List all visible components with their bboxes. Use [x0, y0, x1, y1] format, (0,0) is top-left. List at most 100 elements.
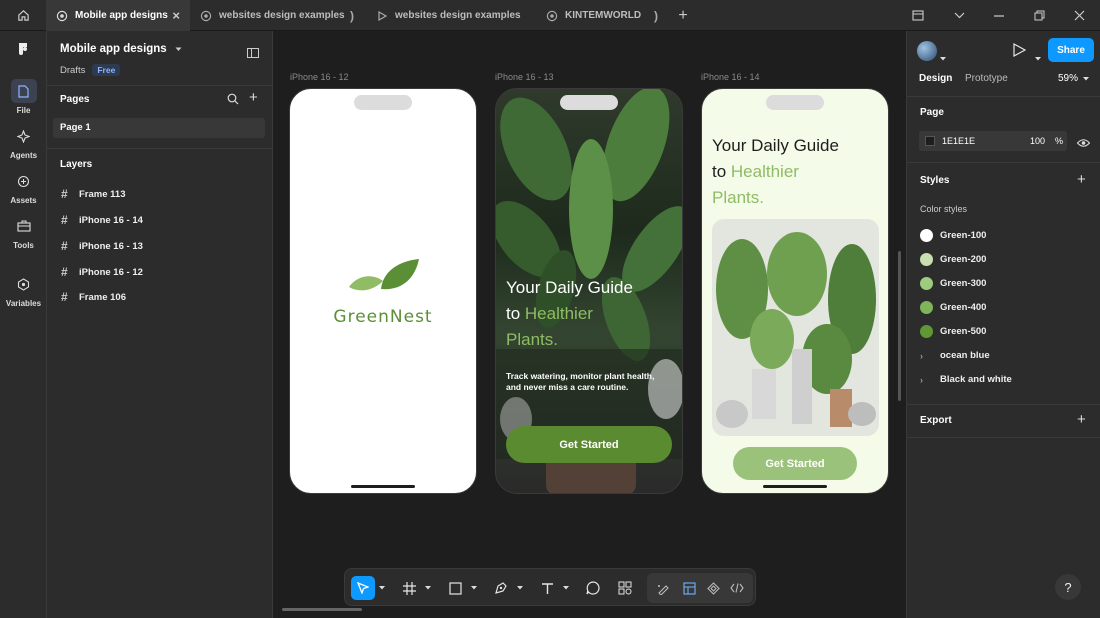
rail-variables[interactable]: Variables [0, 272, 47, 308]
code-icon[interactable] [725, 576, 749, 600]
ai-pen-icon[interactable] [651, 576, 675, 600]
divider [47, 148, 273, 149]
tab-kintemworld[interactable]: KINTEMWORLD ) [536, 0, 668, 31]
canvas[interactable]: iPhone 16 - 12 iPhone 16 - 13 iPhone 16 … [274, 31, 905, 618]
chevron-right-icon: › [920, 350, 923, 361]
close-tab-icon[interactable]: × [172, 8, 180, 23]
tab-websites-design-examples-prototype[interactable]: websites design examples [366, 0, 536, 31]
help-icon[interactable]: ? [1055, 574, 1081, 600]
avatar[interactable] [917, 41, 937, 61]
tab-bar: Mobile app designs × websites design exa… [0, 0, 1100, 31]
variables-icon [11, 272, 37, 296]
home-icon[interactable] [4, 0, 42, 31]
pen-tool-icon[interactable] [489, 576, 513, 600]
rail-tools[interactable]: Tools [0, 214, 47, 250]
components-tool-icon[interactable] [613, 576, 637, 600]
rectangle-tool-icon[interactable] [443, 576, 467, 600]
layer-item[interactable]: # iPhone 16 - 14 [61, 213, 143, 227]
rail-file[interactable]: File [0, 79, 47, 115]
phone-frame-onboarding-dark[interactable]: Your Daily Guide to Healthier Plants. Tr… [495, 88, 683, 494]
phone-frame-splash[interactable]: GreenNest [289, 88, 477, 494]
tab-design[interactable]: Design [919, 73, 952, 84]
chevron-down-icon[interactable] [377, 576, 387, 600]
restore-icon[interactable] [1020, 0, 1058, 31]
layer-item[interactable]: # iPhone 16 - 13 [61, 239, 143, 253]
component-diamond-icon[interactable] [701, 576, 725, 600]
zoom-menu[interactable]: 59% [1058, 73, 1090, 84]
headline-line-2b: Healthier [524, 304, 593, 323]
search-icon[interactable] [227, 92, 239, 110]
text-tool-icon[interactable] [535, 576, 559, 600]
horizontal-scrollbar[interactable] [282, 608, 362, 611]
add-export-icon[interactable]: + [1077, 411, 1086, 428]
tab-label: websites design examples [395, 10, 521, 21]
add-page-icon[interactable]: + [249, 89, 258, 106]
minimize-icon[interactable] [980, 0, 1018, 31]
close-window-icon[interactable] [1060, 0, 1098, 31]
color-style-item[interactable]: Green-200 [920, 253, 986, 266]
phone-frame-onboarding-light[interactable]: Your Daily Guide to Healthier Plants. Ge… [701, 88, 889, 494]
color-style-item[interactable]: Green-400 [920, 301, 986, 314]
move-tool-icon[interactable] [351, 576, 375, 600]
vertical-scrollbar[interactable] [898, 251, 901, 401]
panel-toggle-icon[interactable] [247, 45, 259, 63]
chevron-down-icon[interactable] [1035, 48, 1041, 66]
drafts-label[interactable]: Drafts [60, 65, 85, 76]
file-name-menu[interactable]: Mobile app designs [60, 43, 182, 55]
get-started-button[interactable]: Get Started [733, 447, 857, 480]
chevron-down-icon[interactable] [515, 576, 525, 600]
frame-label[interactable]: iPhone 16 - 13 [495, 72, 554, 82]
zoom-level: 59% [1058, 73, 1079, 84]
new-tab-icon[interactable]: + [664, 0, 702, 31]
chevron-down-icon[interactable] [469, 576, 479, 600]
add-style-icon[interactable]: + [1077, 171, 1086, 188]
rail-agents[interactable]: Agents [0, 124, 47, 160]
color-style-item[interactable]: Green-500 [920, 325, 986, 338]
sidebar-toggle-icon[interactable] [899, 0, 937, 31]
onboarding-subtext: Track watering, monitor plant health, an… [506, 371, 654, 393]
onboarding-headline: Your Daily Guide to Healthier Plants. [712, 133, 839, 211]
tab-prototype[interactable]: Prototype [965, 73, 1008, 84]
layer-item[interactable]: # iPhone 16 - 12 [61, 265, 143, 279]
style-group-black-and-white[interactable]: › Black and white [920, 374, 1012, 385]
chevron-down-icon[interactable] [561, 576, 571, 600]
layer-item[interactable]: # Frame 106 [61, 290, 126, 304]
divider [907, 162, 1100, 163]
chevron-down-icon [1083, 73, 1090, 84]
frame-label[interactable]: iPhone 16 - 12 [290, 72, 349, 82]
page-item-label: Page 1 [60, 122, 91, 133]
rail-file-label: File [16, 106, 31, 115]
layout-tool-icon[interactable] [677, 576, 701, 600]
frame-icon: # [61, 239, 68, 253]
comment-tool-icon[interactable] [581, 576, 605, 600]
chevron-down-icon[interactable] [940, 0, 978, 31]
color-style-item[interactable]: Green-300 [920, 277, 986, 290]
layer-item[interactable]: # Frame 113 [61, 187, 125, 201]
brand-name: GreenNest [333, 307, 433, 327]
frame-tool-icon[interactable] [397, 576, 421, 600]
frame-label[interactable]: iPhone 16 - 14 [701, 72, 760, 82]
color-style-item[interactable]: Green-100 [920, 229, 986, 242]
page-color-value[interactable]: 1E1E1E [942, 136, 975, 146]
get-started-button[interactable]: Get Started [506, 426, 672, 463]
present-play-icon[interactable] [1013, 42, 1027, 62]
eye-icon[interactable] [1076, 135, 1091, 153]
page-opacity-value[interactable]: 100 [1030, 136, 1045, 146]
color-swatch [920, 301, 933, 314]
tab-websites-design-examples[interactable]: websites design examples ) [190, 0, 366, 31]
pages-title: Pages [60, 94, 90, 105]
chevron-down-icon[interactable] [940, 48, 946, 66]
color-swatch [920, 325, 933, 338]
page-color-field[interactable]: 1E1E1E 100 % [919, 131, 1067, 151]
tab-mobile-app-designs[interactable]: Mobile app designs × [46, 0, 190, 31]
color-style-name: Green-300 [940, 278, 987, 289]
tab-label: Mobile app designs [75, 10, 168, 21]
rail-agents-label: Agents [9, 151, 38, 160]
rail-assets[interactable]: Assets [0, 169, 47, 205]
chevron-down-icon[interactable] [423, 576, 433, 600]
color-swatch[interactable] [925, 136, 935, 146]
share-button[interactable]: Share [1048, 38, 1094, 62]
figma-menu-icon[interactable] [14, 41, 32, 64]
style-group-ocean-blue[interactable]: › ocean blue [920, 350, 990, 361]
page-item[interactable]: Page 1 [53, 118, 265, 138]
